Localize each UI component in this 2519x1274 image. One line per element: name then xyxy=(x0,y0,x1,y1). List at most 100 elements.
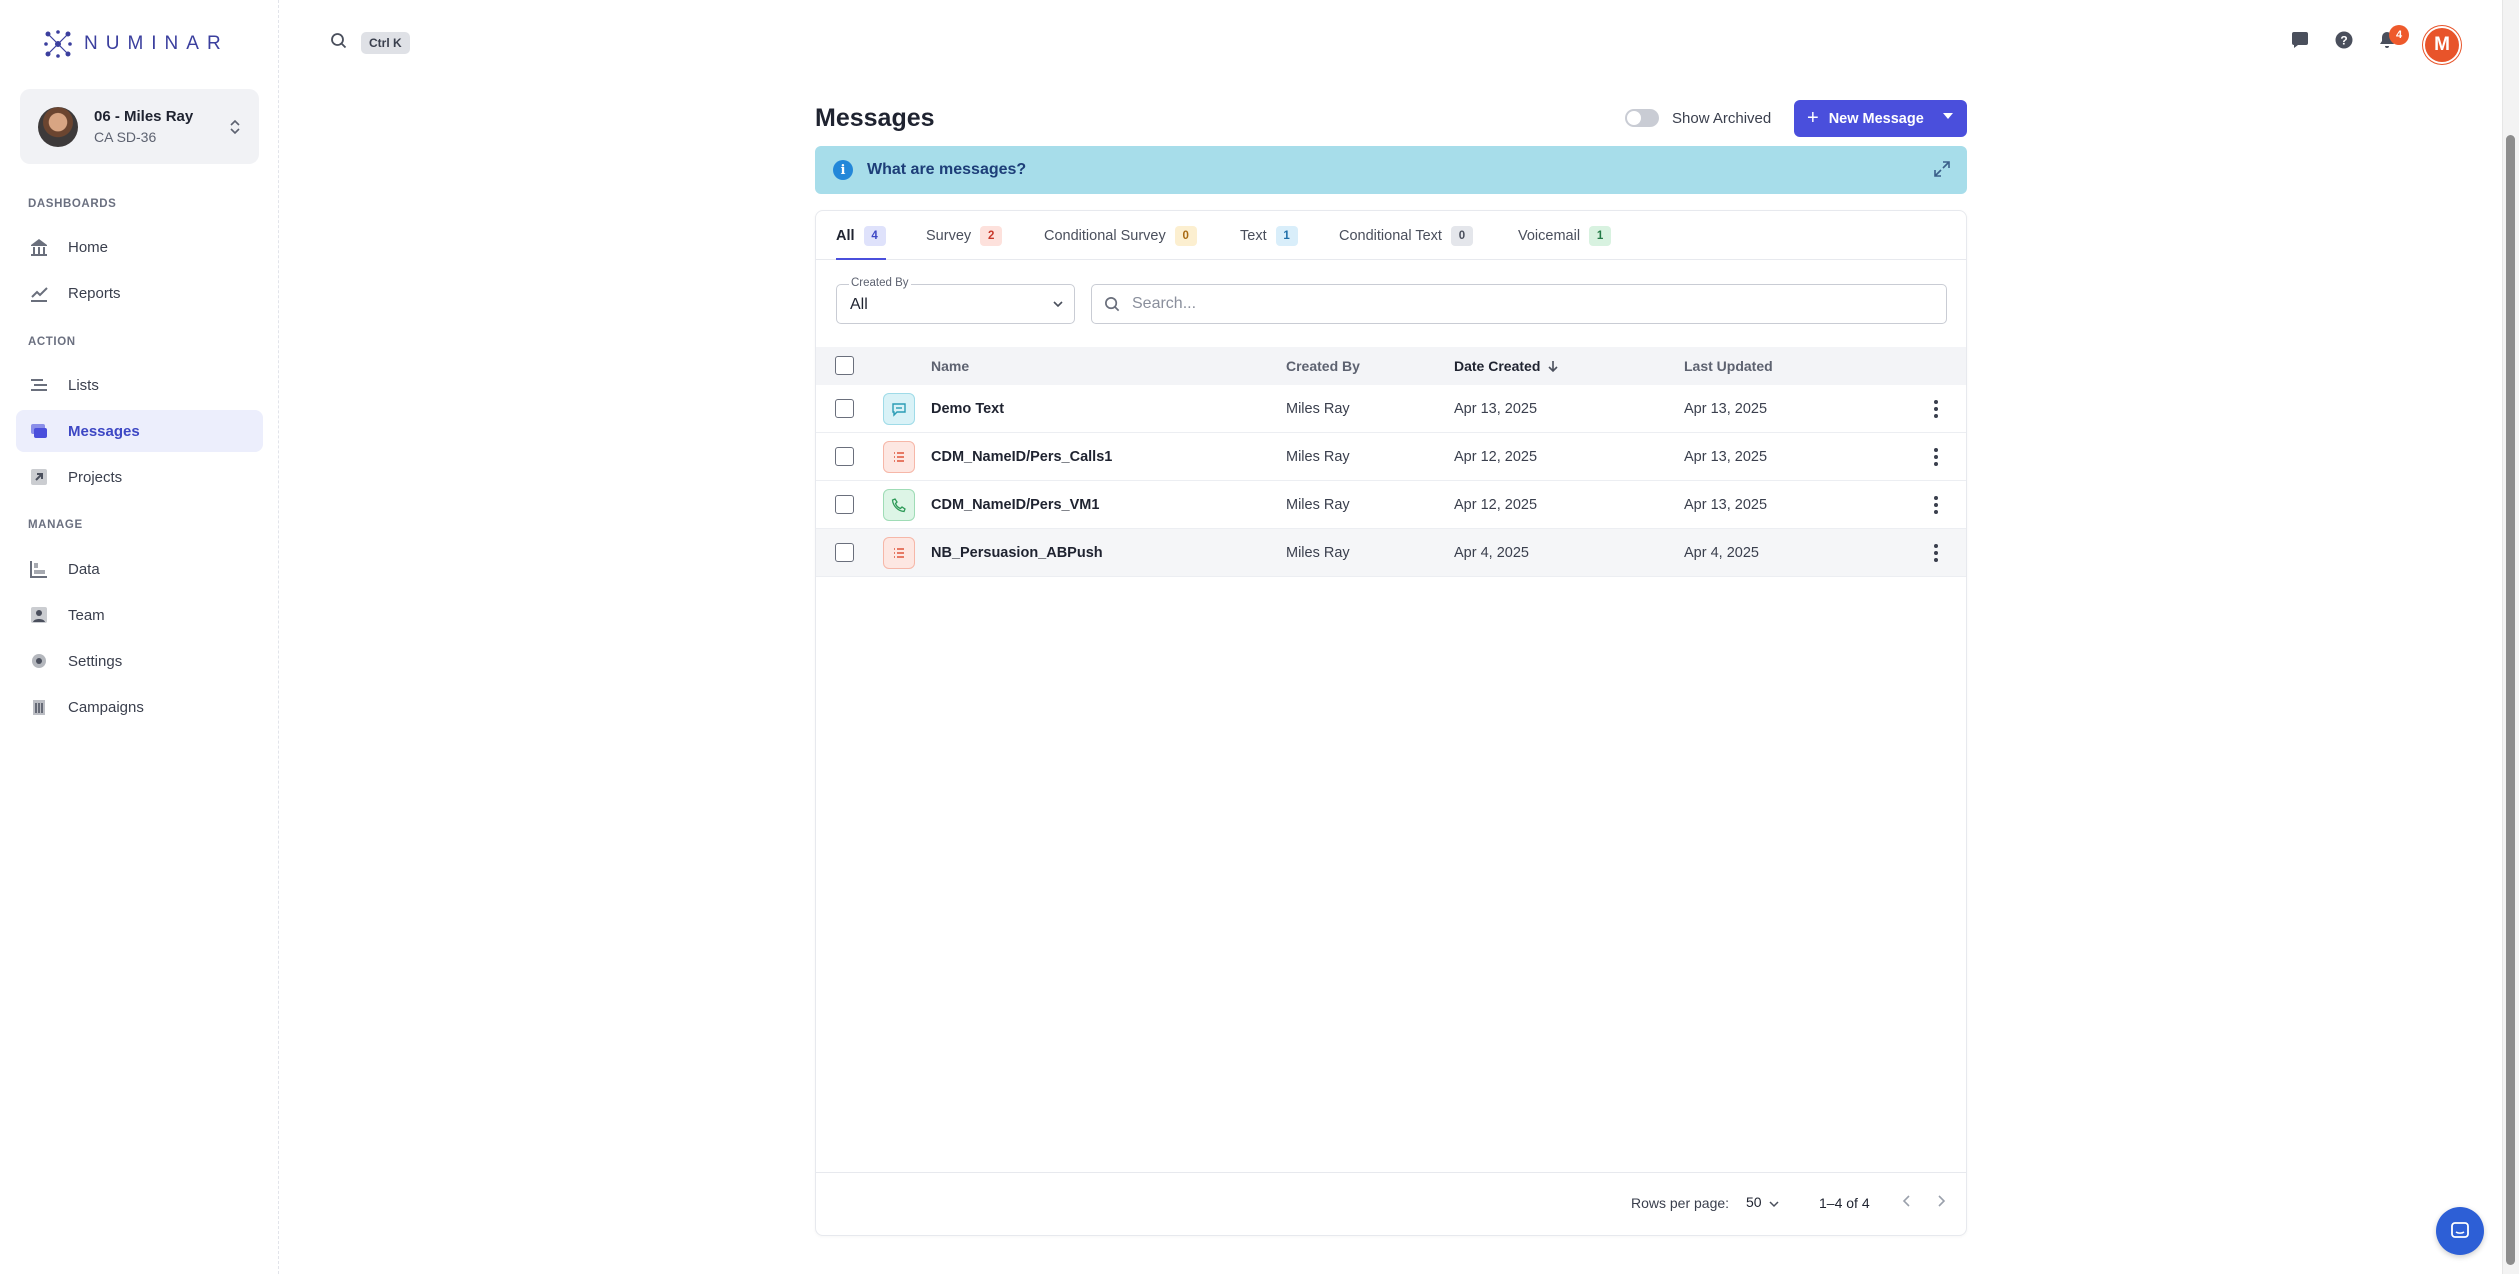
arrow-down-icon xyxy=(1548,361,1558,373)
row-checkbox[interactable] xyxy=(835,447,854,466)
row-date-created: Apr 12, 2025 xyxy=(1454,449,1538,465)
sidebar-item-label: Home xyxy=(68,238,109,256)
tab-label: Survey xyxy=(926,227,972,244)
tab-text[interactable]: Text 1 xyxy=(1240,211,1298,260)
chart-icon xyxy=(28,282,50,304)
row-name[interactable]: CDM_NameID/Pers_Calls1 xyxy=(931,433,1112,481)
tab-label: All xyxy=(836,227,855,244)
tab-count-badge: 4 xyxy=(863,225,886,246)
survey-list-icon xyxy=(883,441,915,473)
row-last-updated: Apr 4, 2025 xyxy=(1684,545,1759,561)
building-icon xyxy=(28,696,50,718)
profile-subtitle: CA SD-36 xyxy=(94,129,157,145)
info-icon: i xyxy=(833,160,853,180)
table-row[interactable]: CDM_NameID/Pers_VM1 Miles Ray Apr 12, 20… xyxy=(816,481,1966,529)
created-by-value: All xyxy=(850,296,868,313)
chevron-right-icon[interactable] xyxy=(1933,1193,1949,1209)
new-message-button[interactable]: + New Message xyxy=(1794,100,1967,137)
sidebar-item-reports[interactable]: Reports xyxy=(16,272,263,314)
sidebar-item-settings[interactable]: Settings xyxy=(16,640,263,682)
tab-all[interactable]: All 4 xyxy=(836,211,886,260)
search-shortcut-badge: Ctrl K xyxy=(361,32,410,54)
row-checkbox[interactable] xyxy=(835,399,854,418)
support-chat-button[interactable] xyxy=(2436,1207,2484,1255)
profile-avatar xyxy=(38,106,78,147)
help-button[interactable]: ? xyxy=(2334,30,2354,50)
page-title: Messages xyxy=(815,104,935,132)
row-name[interactable]: NB_Persuasion_ABPush xyxy=(931,529,1103,577)
tab-count-badge: 2 xyxy=(980,225,1003,246)
gear-icon xyxy=(28,650,50,672)
column-header-date-created[interactable]: Date Created xyxy=(1454,347,1560,385)
row-actions-icon[interactable] xyxy=(1926,447,1946,467)
created-by-select[interactable]: Created By All xyxy=(836,277,1075,324)
sidebar-item-data[interactable]: Data xyxy=(16,548,263,590)
sidebar-item-projects[interactable]: Projects xyxy=(16,456,263,498)
chevron-left-icon[interactable] xyxy=(1899,1193,1915,1209)
sidebar-item-home[interactable]: Home xyxy=(16,226,263,268)
tab-conditional-survey[interactable]: Conditional Survey 0 xyxy=(1044,211,1197,260)
table-row[interactable]: Demo Text Miles Ray Apr 13, 2025 Apr 13,… xyxy=(816,385,1966,433)
row-last-updated: Apr 13, 2025 xyxy=(1684,449,1768,465)
sidebar-item-lists[interactable]: Lists xyxy=(16,364,263,406)
table-row[interactable]: NB_Persuasion_ABPush Miles Ray Apr 4, 20… xyxy=(816,529,1966,577)
row-name[interactable]: Demo Text xyxy=(931,385,1004,433)
row-date-created: Apr 13, 2025 xyxy=(1454,401,1538,417)
chevron-down-icon xyxy=(1053,301,1063,308)
table-pagination: Rows per page: 50 1–4 of 4 xyxy=(816,1172,1966,1235)
expand-icon[interactable] xyxy=(1933,160,1951,178)
profile-name: 06 - Miles Ray xyxy=(94,108,194,125)
sidebar-item-campaigns[interactable]: Campaigns xyxy=(16,686,263,728)
info-banner[interactable]: i What are messages? xyxy=(815,146,1967,194)
row-actions-icon[interactable] xyxy=(1926,399,1946,419)
search-input[interactable] xyxy=(1132,285,1932,323)
messages-icon xyxy=(28,420,50,442)
caret-down-icon[interactable] xyxy=(1943,113,1953,119)
workspace-switcher[interactable]: 06 - Miles Ray CA SD-36 xyxy=(20,89,259,164)
row-created-by: Miles Ray xyxy=(1286,497,1350,513)
tab-survey[interactable]: Survey 2 xyxy=(926,211,1003,260)
row-name[interactable]: CDM_NameID/Pers_VM1 xyxy=(931,481,1099,529)
tab-conditional-text[interactable]: Conditional Text 0 xyxy=(1339,211,1473,260)
sidebar: NUMINAR 06 - Miles Ray CA SD-36 DASHBOAR… xyxy=(0,0,279,1274)
row-checkbox[interactable] xyxy=(835,495,854,514)
list-icon xyxy=(28,374,50,396)
chevron-down-icon[interactable] xyxy=(1768,1198,1780,1210)
row-date-created: Apr 12, 2025 xyxy=(1454,497,1538,513)
user-avatar-button[interactable]: M xyxy=(2425,28,2459,62)
column-header-name[interactable]: Name xyxy=(931,347,969,385)
global-search-button[interactable] xyxy=(330,32,348,55)
search-field[interactable] xyxy=(1091,284,1947,324)
tab-label: Conditional Survey xyxy=(1044,227,1166,244)
sidebar-item-label: Settings xyxy=(68,652,123,670)
row-checkbox[interactable] xyxy=(835,543,854,562)
sidebar-item-team[interactable]: Team xyxy=(16,594,263,636)
rows-per-page-select[interactable]: 50 xyxy=(1746,1194,1762,1210)
select-all-checkbox[interactable] xyxy=(835,356,854,375)
brand-name: NUMINAR xyxy=(84,33,229,54)
row-actions-icon[interactable] xyxy=(1926,543,1946,563)
sidebar-item-label: Lists xyxy=(68,376,99,394)
column-header-created-by[interactable]: Created By xyxy=(1286,347,1360,385)
chat-button[interactable] xyxy=(2290,30,2310,50)
tab-count-badge: 1 xyxy=(1589,225,1612,246)
sidebar-item-messages[interactable]: Messages xyxy=(16,410,263,452)
text-message-icon xyxy=(883,393,915,425)
messages-card: All 4 Survey 2 Conditional Survey 0 Text… xyxy=(815,210,1967,1236)
table-row[interactable]: CDM_NameID/Pers_Calls1 Miles Ray Apr 12,… xyxy=(816,433,1966,481)
column-header-label: Date Created xyxy=(1454,358,1541,374)
column-header-last-updated[interactable]: Last Updated xyxy=(1684,347,1773,385)
section-manage: MANAGE xyxy=(28,519,83,531)
tab-count-badge: 0 xyxy=(1174,225,1197,246)
tab-label: Conditional Text xyxy=(1339,227,1442,244)
notification-count-badge: 4 xyxy=(2389,25,2409,45)
sidebar-item-label: Campaigns xyxy=(68,698,144,716)
row-actions-icon[interactable] xyxy=(1926,495,1946,515)
search-icon xyxy=(331,33,347,49)
row-last-updated: Apr 13, 2025 xyxy=(1684,497,1768,513)
scrollbar-thumb[interactable] xyxy=(2506,135,2515,1265)
brand-logo[interactable]: NUMINAR xyxy=(42,28,229,60)
tab-voicemail[interactable]: Voicemail 1 xyxy=(1518,211,1612,260)
row-created-by: Miles Ray xyxy=(1286,449,1350,465)
sidebar-item-label: Data xyxy=(68,560,100,578)
